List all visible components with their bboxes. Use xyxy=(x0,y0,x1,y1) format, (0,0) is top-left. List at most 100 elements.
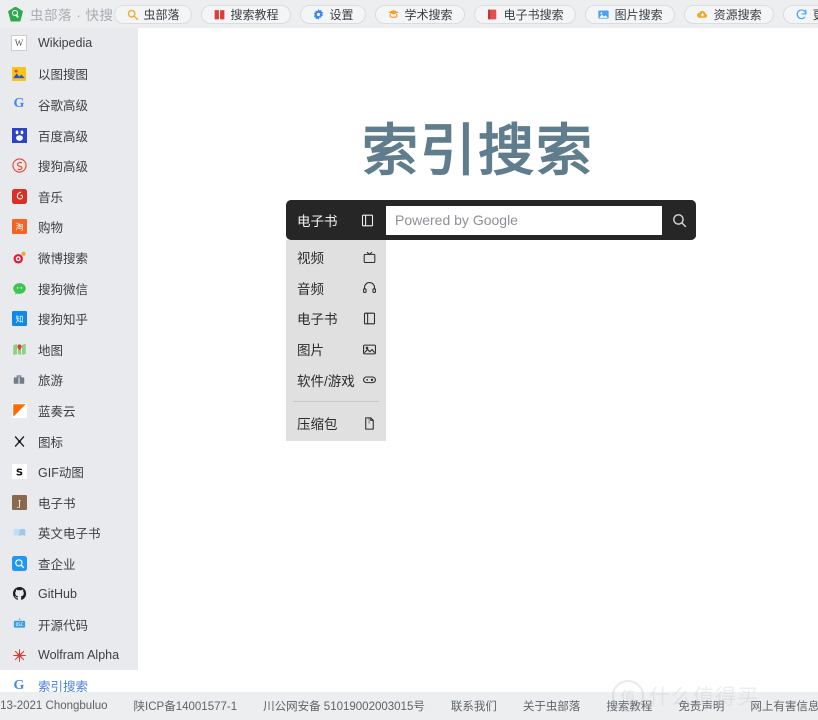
nav-button-8[interactable]: 更新存档 xyxy=(782,4,818,24)
search-button[interactable] xyxy=(662,200,696,240)
dropdown-item-label: 软件/游戏 xyxy=(297,373,355,389)
nav-button-label: 电子书搜索 xyxy=(503,7,564,22)
dropdown-item-3[interactable]: 电子书 xyxy=(286,303,386,334)
sidebar-item-label: 电子书 xyxy=(38,496,76,511)
sidebar-item-label: 购物 xyxy=(38,221,64,236)
gif-icon: S xyxy=(11,464,27,480)
category-label: 电子书 xyxy=(297,214,338,229)
search-input[interactable] xyxy=(386,205,662,235)
sidebar-item-11[interactable]: 地图 xyxy=(0,334,138,365)
sidebar-item-17[interactable]: 英文电子书 xyxy=(0,518,138,549)
sidebar-item-14[interactable]: 图标 xyxy=(0,426,138,457)
dropdown-item-label: 音频 xyxy=(297,281,324,297)
zhihu-icon: 知 xyxy=(11,311,27,327)
sidebar-item-label: 搜狗微信 xyxy=(38,282,89,297)
nav-button-3[interactable]: 设置 xyxy=(299,4,366,24)
baidu-icon xyxy=(11,127,27,143)
sidebar-item-13[interactable]: 蓝奏云 xyxy=(0,395,138,426)
book-icon xyxy=(213,8,226,21)
svg-text:J: J xyxy=(16,498,20,508)
nav-button-label: 搜索教程 xyxy=(230,7,279,22)
sidebar-item-label: 微博搜索 xyxy=(38,251,89,266)
sidebar-item-8[interactable]: 微博搜索 xyxy=(0,242,138,273)
nav-button-1[interactable]: 虫部落 xyxy=(113,4,192,24)
refresh-icon xyxy=(795,8,808,21)
sidebar-item-label: Wikipedia xyxy=(38,36,93,51)
image-search-icon xyxy=(11,66,27,82)
github-icon xyxy=(11,586,27,602)
category-dropdown[interactable]: 视频音频电子书图片软件/游戏压缩包 xyxy=(286,240,386,441)
category-selector[interactable]: 电子书 xyxy=(286,200,386,240)
sidebar-item-label: GIF动图 xyxy=(38,466,84,481)
sidebar-item-7[interactable]: 淘 购物 xyxy=(0,212,138,243)
top-nav: 虫部落 搜索教程 设置 学术搜索 电子书搜索 图片搜索 资源搜索 更新存档 xyxy=(113,4,818,24)
sidebar-item-21[interactable]: Wolfram Alpha xyxy=(0,640,138,671)
top-bar: 虫部落 · 快搜 虫部落 搜索教程 设置 学术搜索 电子书搜索 图片搜索 资源搜索 更新存档 xyxy=(0,0,818,28)
footer-link-2[interactable]: 关于虫部落 xyxy=(523,698,581,714)
red-book-icon xyxy=(486,8,499,21)
cloud-download-icon xyxy=(696,8,709,21)
page-title: 索引搜索 xyxy=(362,119,594,184)
sidebar-item-18[interactable]: 查企业 xyxy=(0,548,138,579)
picture-icon xyxy=(362,342,377,357)
footer-link-4[interactable]: 免责声明 xyxy=(678,698,724,714)
sidebar-item-label: 搜狗知乎 xyxy=(38,313,89,328)
nav-button-4[interactable]: 学术搜索 xyxy=(374,4,465,24)
sidebar-item-20[interactable]: OSC 开源代码 xyxy=(0,609,138,640)
nav-button-5[interactable]: 电子书搜索 xyxy=(473,4,576,24)
dropdown-item-4[interactable]: 图片 xyxy=(286,334,386,365)
sidebar-item-label: 开源代码 xyxy=(38,619,89,634)
nav-button-label: 图片搜索 xyxy=(614,7,663,22)
dropdown-item-7[interactable]: 压缩包 xyxy=(286,408,386,439)
jingdong-book-icon: J xyxy=(11,494,27,510)
sidebar-item-4[interactable]: 百度高级 xyxy=(0,120,138,151)
svg-text:OSC: OSC xyxy=(15,622,23,628)
search-bar: 电子书 xyxy=(286,200,696,240)
nav-button-label: 学术搜索 xyxy=(404,7,453,22)
gear-icon xyxy=(312,8,325,21)
svg-text:知: 知 xyxy=(15,314,23,324)
wolfram-icon xyxy=(11,647,27,663)
dropdown-item-2[interactable]: 音频 xyxy=(286,273,386,304)
sidebar[interactable]: W Wikipedia 以图搜图 G 谷歌高级百度高级 搜狗高级 音乐淘 购物微博搜索搜狗微信… xyxy=(0,28,138,692)
nav-button-7[interactable]: 资源搜索 xyxy=(683,4,774,24)
sidebar-item-10[interactable]: 知 搜狗知乎 xyxy=(0,303,138,334)
travel-bag-icon xyxy=(11,372,27,388)
wechat-icon xyxy=(11,280,27,296)
sidebar-item-19[interactable]: GitHub xyxy=(0,579,138,610)
brand[interactable]: 虫部落 · 快搜 xyxy=(0,0,114,28)
weibo-icon xyxy=(11,249,27,265)
google-icon: G xyxy=(13,96,25,112)
sidebar-item-3[interactable]: G 谷歌高级 xyxy=(0,89,138,120)
graduation-cap-icon xyxy=(387,8,400,21)
nav-button-6[interactable]: 图片搜索 xyxy=(584,4,675,24)
dropdown-item-label: 电子书 xyxy=(297,312,338,328)
nav-button-label: 资源搜索 xyxy=(713,7,762,22)
sidebar-item-label: Wolfram Alpha xyxy=(38,648,120,663)
sidebar-item-2[interactable]: 以图搜图 xyxy=(0,59,138,90)
sidebar-item-1[interactable]: W Wikipedia xyxy=(0,28,138,59)
sidebar-item-label: GitHub xyxy=(38,586,77,601)
sidebar-item-5[interactable]: 搜狗高级 xyxy=(0,150,138,181)
footer-police: 川公网安备 51019002003015号 xyxy=(263,701,425,713)
sidebar-item-label: 地图 xyxy=(38,343,64,358)
footer-link-5[interactable]: 网上有害信息举报 xyxy=(750,698,818,714)
dropdown-item-5[interactable]: 软件/游戏 xyxy=(286,364,386,395)
sidebar-item-22[interactable]: G 索引搜索 xyxy=(0,670,138,692)
search-area: 电子书 视频音频电子书图片软件/游戏压缩包 xyxy=(286,200,696,441)
nav-button-2[interactable]: 搜索教程 xyxy=(200,4,291,24)
sidebar-item-15[interactable]: S GIF动图 xyxy=(0,456,138,487)
dropdown-item-1[interactable]: 视频 xyxy=(286,242,386,273)
svg-text:淘: 淘 xyxy=(15,222,23,232)
footer-link-3[interactable]: 搜索教程 xyxy=(606,698,652,714)
footer-link-1[interactable]: 联系我们 xyxy=(451,698,497,714)
book-icon xyxy=(362,311,377,326)
sidebar-item-9[interactable]: 搜狗微信 xyxy=(0,273,138,304)
brand-title: 虫部落 · 快搜 xyxy=(30,8,114,23)
sidebar-item-12[interactable]: 旅游 xyxy=(0,365,138,396)
sidebar-item-label: 谷歌高级 xyxy=(38,98,89,113)
sidebar-item-16[interactable]: J 电子书 xyxy=(0,487,138,518)
tv-icon xyxy=(362,250,377,265)
footer-icp: 陕ICP备14001577-1 xyxy=(133,701,238,713)
sidebar-item-6[interactable]: 音乐 xyxy=(0,181,138,212)
